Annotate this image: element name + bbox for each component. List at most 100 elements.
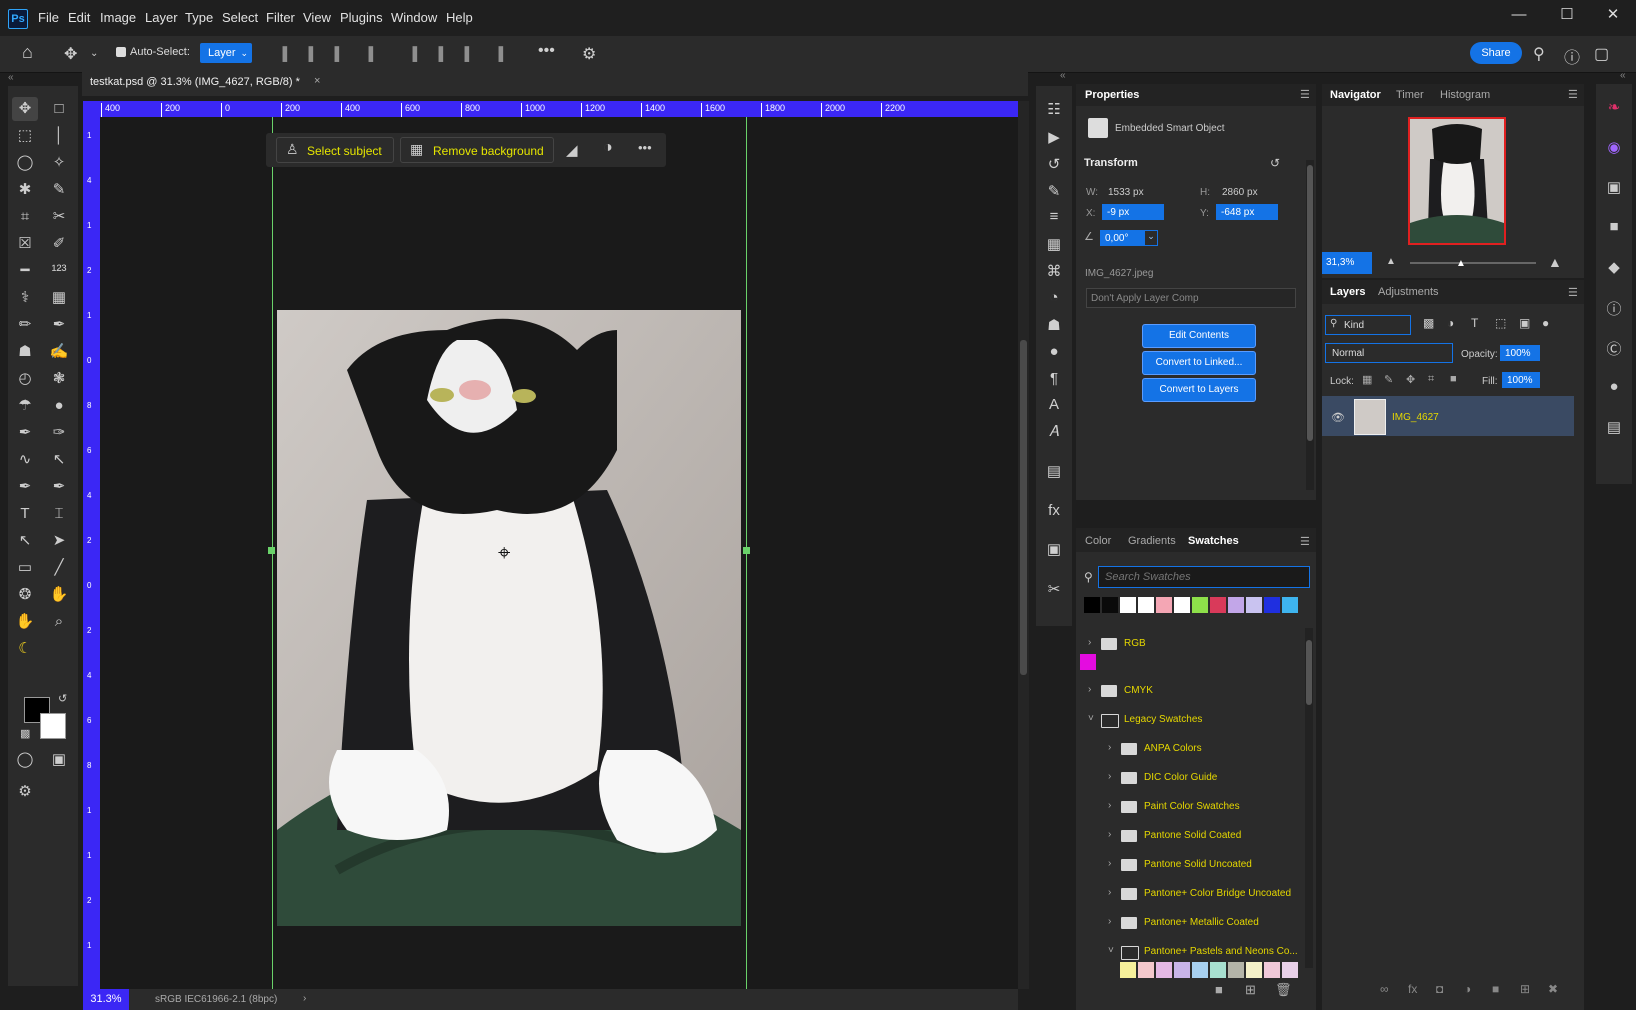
align-center-h-icon[interactable]: ▐ (304, 46, 313, 61)
swatch[interactable] (1192, 597, 1208, 613)
frame-tool-icon[interactable]: ☒ (12, 232, 38, 256)
chevron-right-icon[interactable]: › (1088, 684, 1091, 695)
swatch-group-4[interactable]: DIC Color Guide (1144, 772, 1217, 783)
edit-toolbar-icon[interactable]: ⚙ (12, 780, 38, 804)
search-swatches-input[interactable] (1098, 566, 1310, 588)
panel-menu-icon[interactable]: ☰ (1300, 88, 1310, 101)
swatch-group-5[interactable]: Paint Color Swatches (1144, 801, 1240, 812)
align-right-icon[interactable]: ▐ (330, 46, 339, 61)
menu-edit[interactable]: Edit (68, 0, 90, 36)
lock-pixels-icon[interactable]: ✎ (1384, 373, 1393, 386)
chevron-right-icon[interactable]: › (1108, 887, 1111, 898)
swatch[interactable] (1264, 597, 1280, 613)
swatch[interactable] (1138, 962, 1154, 978)
swap-colors-icon[interactable]: ↺ (58, 692, 67, 705)
swatch[interactable] (1156, 962, 1172, 978)
mixer-brush-tool-icon[interactable]: ✒ (46, 313, 72, 337)
menu-layer[interactable]: Layer (145, 0, 178, 36)
search-icon[interactable]: ⚲ (1533, 44, 1545, 64)
trash-icon[interactable]: 🗑 (1275, 982, 1292, 998)
quick-mask-icon[interactable]: ◯ (12, 748, 38, 772)
reference-point-icon[interactable]: ⌖ (498, 540, 510, 566)
add-mask-icon[interactable]: ◘ (1436, 982, 1443, 996)
blend-mode-dropdown[interactable]: Normal (1325, 343, 1453, 363)
lock-all-icon[interactable]: ■ (1450, 373, 1457, 385)
paint-bucket-tool-icon[interactable]: ❃ (46, 367, 72, 391)
convert-to-linked-button[interactable]: Convert to Linked... (1142, 351, 1256, 375)
swatch[interactable] (1228, 597, 1244, 613)
eyedropper-tool-icon[interactable]: ✐ (46, 232, 72, 256)
swatches-scroll-thumb[interactable] (1306, 640, 1312, 705)
fx-icon[interactable]: fx (1408, 982, 1417, 996)
zoom-out-icon[interactable]: ▲ (1386, 256, 1396, 267)
maximize-button[interactable]: ☐ (1544, 0, 1590, 30)
discover-icon[interactable]: ◉ (1599, 138, 1629, 156)
type-mask-tool-icon[interactable]: ⌶ (46, 502, 72, 526)
pen2-tool-icon[interactable]: ✒ (12, 475, 38, 499)
align-top-icon[interactable]: ▐ (408, 46, 417, 61)
tool-preset-chevron-icon[interactable]: ⌄ (90, 48, 98, 59)
collapse-right-dock-icon[interactable]: « (1620, 70, 1626, 81)
rectangle-tool-icon[interactable]: ▭ (12, 556, 38, 580)
fill-field[interactable]: 100% (1502, 372, 1540, 388)
swatch[interactable] (1192, 962, 1208, 978)
minimize-button[interactable]: — (1496, 0, 1542, 30)
blur-tool-icon[interactable]: ☂ (12, 394, 38, 418)
crop-tool-icon[interactable]: ⌗ (12, 205, 38, 229)
swatch[interactable] (1120, 597, 1136, 613)
cat-photo[interactable] (277, 310, 741, 926)
quick-select-tool-icon[interactable]: ✎ (46, 178, 72, 202)
auto-select-dropdown[interactable]: Layer ⌄ (200, 43, 252, 63)
swatch-group-10[interactable]: Pantone+ Pastels and Neons Co... (1144, 946, 1298, 957)
notes-icon[interactable]: ▤ (1039, 462, 1069, 480)
tab-histogram[interactable]: Histogram (1440, 89, 1490, 101)
artboard-tool-icon[interactable]: □ (46, 97, 72, 121)
swatch[interactable] (1174, 597, 1190, 613)
chevron-right-icon[interactable]: › (1108, 829, 1111, 840)
chevron-right-icon[interactable]: › (1108, 771, 1111, 782)
menu-plugins[interactable]: Plugins (340, 0, 383, 36)
swatch[interactable] (1156, 597, 1172, 613)
share-button[interactable]: Share (1470, 42, 1522, 64)
line-tool-icon[interactable]: ╱ (46, 556, 72, 580)
auto-select-checkbox[interactable] (116, 47, 126, 57)
history-icon[interactable]: ↺ (1039, 155, 1069, 173)
custom-shape-tool-icon[interactable]: ❂ (12, 583, 38, 607)
brushes-icon[interactable]: ✎ (1039, 182, 1069, 200)
swatch-group-2[interactable]: Legacy Swatches (1124, 714, 1202, 725)
workspace-icon[interactable]: ▢ (1594, 44, 1609, 64)
move-tool-icon[interactable]: ✥ (64, 44, 77, 64)
swatch[interactable] (1228, 962, 1244, 978)
swatch[interactable] (1264, 962, 1280, 978)
collapse-toolbar-icon[interactable]: « (8, 72, 78, 86)
help-icon[interactable]: ⓘ (1564, 44, 1580, 68)
healing-tool-icon[interactable]: ⚕ (12, 286, 38, 310)
actions-icon[interactable]: ▶ (1039, 128, 1069, 146)
shapes-icon[interactable]: ◔ (1039, 289, 1069, 306)
chevron-right-icon[interactable]: › (1108, 742, 1111, 753)
distribute-h-icon[interactable]: ▐ (364, 46, 373, 61)
collapse-dock-icon[interactable]: « (1060, 70, 1066, 81)
learn-icon[interactable]: ▣ (1599, 178, 1629, 196)
history-brush-tool-icon[interactable]: ✍ (46, 340, 72, 364)
align-left-icon[interactable]: ▐ (278, 46, 287, 61)
chevron-right-icon[interactable]: › (1108, 916, 1111, 927)
properties-scroll-thumb[interactable] (1307, 165, 1313, 441)
swatch[interactable] (1174, 962, 1190, 978)
transform-icon[interactable]: ◢ (566, 141, 578, 159)
swatch-group-1[interactable]: CMYK (1124, 685, 1153, 696)
lock-transparent-icon[interactable]: ▦ (1362, 373, 1372, 386)
swatch[interactable] (1138, 597, 1154, 613)
pen3-tool-icon[interactable]: ✒ (46, 475, 72, 499)
opacity-field[interactable]: 100% (1500, 345, 1540, 361)
zoom-tool-icon[interactable]: ⌕ (46, 610, 72, 634)
y-field[interactable]: -648 px (1216, 204, 1278, 220)
angle-field[interactable]: 0,00° (1100, 230, 1144, 246)
lock-position-icon[interactable]: ✥ (1406, 373, 1415, 386)
character-icon[interactable]: A (1039, 396, 1069, 413)
chevron-down-icon[interactable]: ˅ (1108, 945, 1114, 956)
swatch-group-3[interactable]: ANPA Colors (1144, 743, 1202, 754)
swatch-group-9[interactable]: Pantone+ Metallic Coated (1144, 917, 1259, 928)
adjustment-filter-icon[interactable]: ◑ (1447, 316, 1454, 330)
zoom-in-icon[interactable]: ▲ (1548, 254, 1562, 270)
